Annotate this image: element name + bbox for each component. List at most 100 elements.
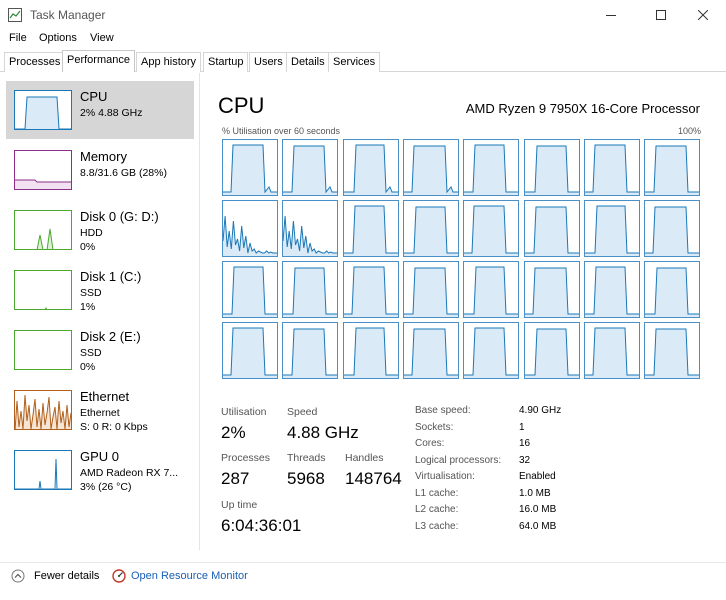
task-manager-icon	[8, 8, 22, 22]
tab-users[interactable]: Users	[249, 52, 288, 72]
core-graph	[463, 261, 520, 318]
maximize-button[interactable]	[638, 2, 684, 28]
core-graph	[402, 139, 459, 196]
footer-bar	[0, 562, 726, 592]
sidebar-item-disk-0[interactable]: Disk 0 (G: D:) HDD 0%	[6, 201, 194, 259]
menu-bar: File Options View	[0, 30, 726, 48]
uptime-value: 6:04:36:01	[221, 516, 302, 535]
window-title: Task Manager	[30, 8, 106, 22]
sidebar-item-detail: SSD	[80, 287, 102, 299]
sidebar-item-detail-2: 3% (26 °C)	[80, 481, 132, 493]
core-graph	[463, 139, 520, 196]
sidebar-item-ethernet[interactable]: Ethernet Ethernet S: 0 R: 0 Kbps	[6, 381, 194, 439]
core-graph	[402, 261, 459, 318]
spec-label: Sockets:	[415, 422, 454, 433]
spec-label: L2 cache:	[415, 504, 459, 515]
ethernet-thumbnail-graph	[14, 390, 72, 430]
spec-value: 64.0 MB	[519, 521, 557, 532]
spec-label: L1 cache:	[415, 488, 459, 499]
utilisation-label: Utilisation	[221, 406, 267, 418]
sidebar-item-label: Disk 1 (C:)	[80, 269, 142, 284]
sidebar-item-detail-2: 1%	[80, 301, 96, 313]
sidebar-item-detail: Ethernet	[80, 407, 120, 419]
core-graph	[402, 322, 459, 379]
core-graph	[222, 139, 278, 196]
logical-processor-graphs	[222, 139, 702, 382]
sidebar-item-label: CPU	[80, 89, 108, 104]
sidebar-item-detail-2: 0%	[80, 241, 96, 253]
threads-label: Threads	[287, 452, 326, 464]
processes-label: Processes	[221, 452, 271, 464]
core-graph	[342, 261, 399, 318]
sidebar-item-detail: AMD Radeon RX 7...	[80, 467, 179, 479]
sidebar-item-memory[interactable]: Memory 8.8/31.6 GB (28%)	[6, 141, 194, 199]
core-graph	[463, 322, 520, 379]
sidebar-item-detail-2: S: 0 R: 0 Kbps	[80, 421, 148, 433]
tab-processes[interactable]: Processes	[4, 52, 66, 72]
core-graph	[523, 139, 580, 196]
maximize-icon	[656, 10, 666, 20]
handles-label: Handles	[345, 452, 384, 464]
tab-performance[interactable]: Performance	[62, 50, 135, 72]
sidebar-item-detail: 8.8/31.6 GB (28%)	[80, 167, 167, 179]
sidebar-item-gpu-0[interactable]: GPU 0 AMD Radeon RX 7... 3% (26 °C)	[6, 441, 194, 499]
core-graph	[402, 200, 459, 257]
core-graph	[644, 200, 701, 257]
sidebar-item-label: Disk 0 (G: D:)	[80, 209, 159, 224]
core-graph	[583, 139, 640, 196]
core-graph	[222, 200, 278, 257]
spec-label: L3 cache:	[415, 521, 459, 532]
tab-details[interactable]: Details	[286, 52, 330, 72]
core-graph	[644, 261, 701, 318]
menu-file[interactable]: File	[9, 32, 27, 44]
core-graph	[222, 261, 278, 318]
minimize-button[interactable]	[588, 2, 634, 28]
open-resource-monitor-link[interactable]: Open Resource Monitor	[131, 570, 248, 582]
sidebar-item-detail: SSD	[80, 347, 102, 359]
sidebar-item-label: Ethernet	[80, 389, 130, 404]
uptime-label: Up time	[221, 499, 258, 511]
tab-bar: Processes Performance App history Startu…	[0, 50, 726, 72]
disk0-thumbnail-graph	[14, 210, 72, 250]
close-button[interactable]	[680, 2, 726, 28]
menu-view[interactable]: View	[90, 32, 114, 44]
menu-options[interactable]: Options	[39, 32, 77, 44]
cpu-model-name: AMD Ryzen 9 7950X 16-Core Processor	[465, 101, 700, 116]
tab-app-history[interactable]: App history	[136, 52, 202, 72]
sidebar-item-disk-2[interactable]: Disk 2 (E:) SSD 0%	[6, 321, 194, 379]
memory-thumbnail-graph	[14, 150, 72, 190]
core-graph	[583, 261, 640, 318]
core-graph	[282, 200, 339, 257]
spec-label: Virtualisation:	[415, 471, 475, 482]
core-graph	[463, 200, 520, 257]
speed-label: Speed	[287, 406, 318, 418]
core-graph	[523, 322, 580, 379]
chevron-up-circle-icon[interactable]	[11, 569, 25, 583]
core-graph	[342, 322, 399, 379]
core-graph	[282, 139, 339, 196]
core-graph	[644, 322, 701, 379]
tab-startup[interactable]: Startup	[203, 52, 249, 72]
core-graph	[523, 261, 580, 318]
sidebar-item-label: Disk 2 (E:)	[80, 329, 141, 344]
utilisation-value: 2%	[221, 423, 246, 442]
tab-services[interactable]: Services	[328, 52, 381, 72]
resource-sidebar: CPU 2% 4.88 GHz Memory 8.8/31.6 GB (28%)…	[0, 73, 200, 550]
sidebar-item-disk-1[interactable]: Disk 1 (C:) SSD 1%	[6, 261, 194, 319]
cpu-thumbnail-graph	[14, 90, 72, 130]
core-graph	[342, 139, 399, 196]
core-graph	[583, 200, 640, 257]
sidebar-item-cpu[interactable]: CPU 2% 4.88 GHz	[6, 81, 194, 139]
resource-monitor-icon[interactable]	[112, 569, 126, 583]
fewer-details-link[interactable]: Fewer details	[34, 570, 99, 582]
speed-value: 4.88 GHz	[287, 423, 359, 442]
spec-value: Enabled	[519, 471, 556, 482]
core-graph	[644, 139, 701, 196]
gpu-thumbnail-graph	[14, 450, 72, 490]
sidebar-item-detail: HDD	[80, 227, 103, 239]
spec-value: 16.0 MB	[519, 504, 557, 515]
processes-value: 287	[221, 469, 250, 488]
page-title: CPU	[218, 93, 265, 118]
sidebar-item-detail-2: 0%	[80, 361, 96, 373]
core-graph	[282, 322, 339, 379]
